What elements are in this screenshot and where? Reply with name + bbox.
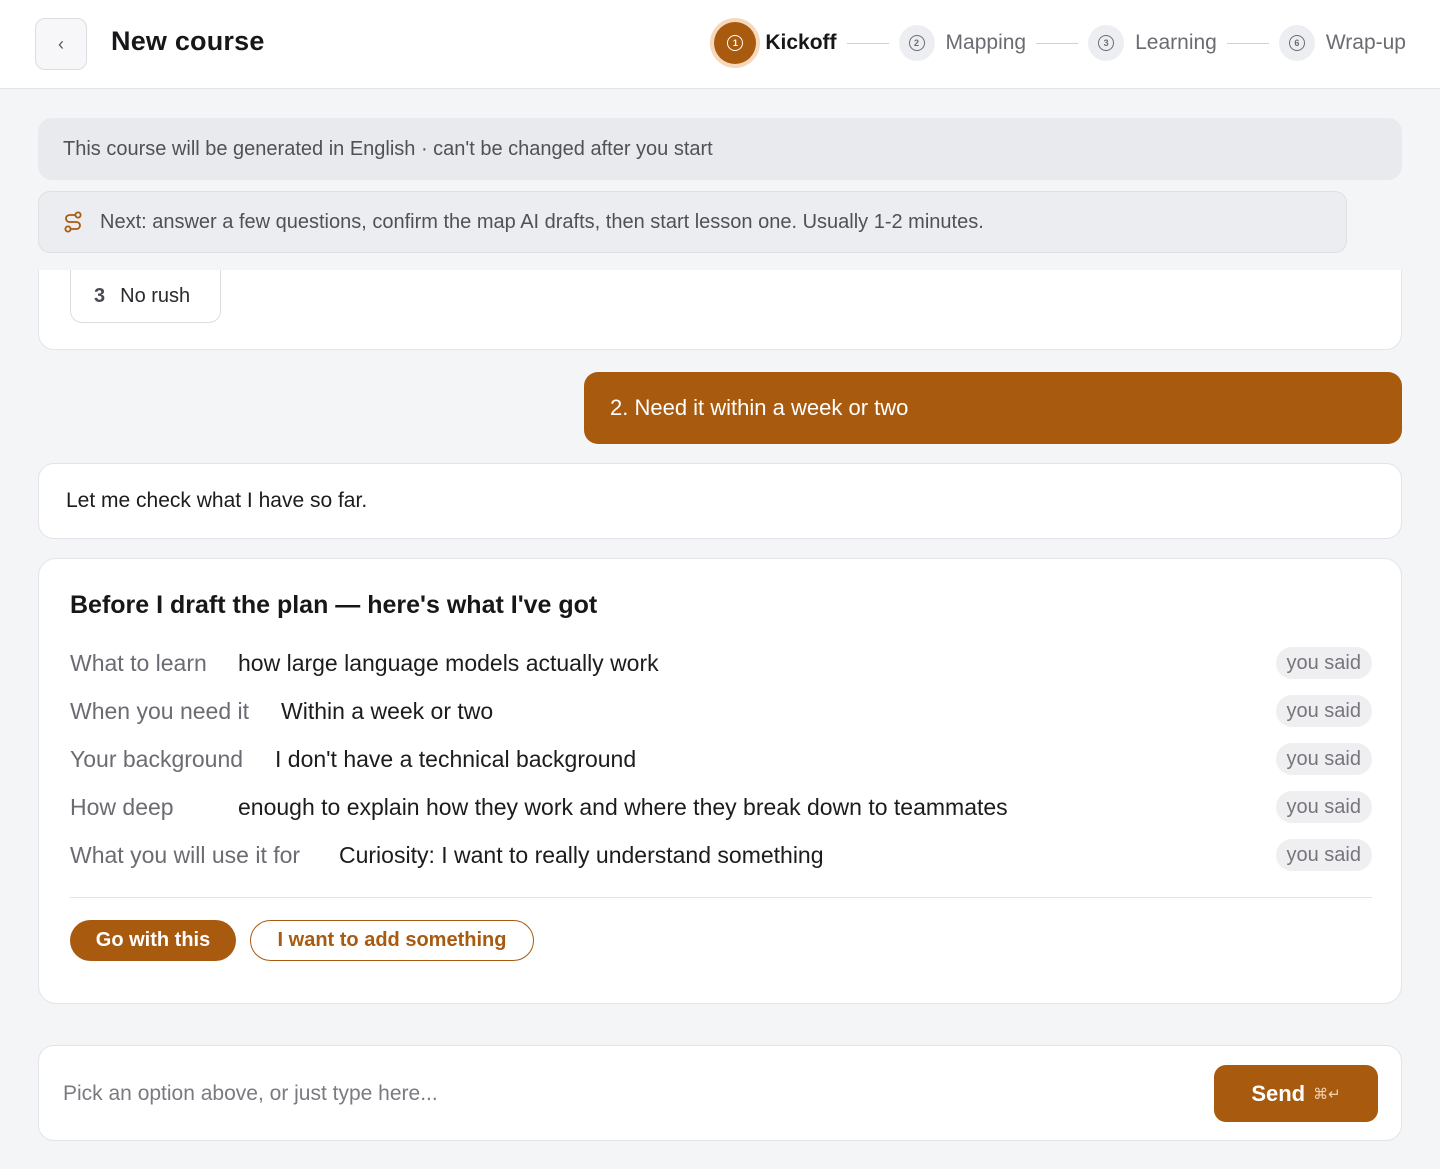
step-connector	[846, 42, 889, 44]
back-button[interactable]: ‹	[35, 18, 87, 70]
next-steps-text: Next: answer a few questions, confirm th…	[100, 210, 984, 233]
summary-row-label: How deep	[70, 793, 174, 820]
option-label: No rush	[120, 284, 191, 307]
step-number-icon: 2	[908, 35, 925, 51]
you-said-badge: you said	[1275, 647, 1372, 679]
summary-row-when: When you need it Within a week or two yo…	[70, 693, 1372, 729]
option-number: 3	[94, 284, 106, 307]
progress-stepper: 1 Kickoff 2 Mapping 3 Learning 6 Wrap-up	[714, 21, 1406, 65]
step-kickoff-indicator: 1	[714, 22, 757, 64]
summary-row-label: What to learn	[70, 649, 207, 676]
language-notice: This course will be generated in English…	[38, 118, 1402, 180]
summary-row-value: Curiosity: I want to really understand s…	[339, 841, 824, 868]
user-message-bubble: 2. Need it within a week or two	[584, 372, 1402, 444]
send-button[interactable]: Send ⌘↵	[1214, 1065, 1378, 1122]
step-wrap-up-label: Wrap-up	[1325, 31, 1406, 54]
route-icon	[64, 211, 82, 233]
step-mapping[interactable]: 2 Mapping	[898, 25, 1027, 61]
step-number-icon: 3	[1098, 35, 1115, 51]
step-learning-label: Learning	[1135, 31, 1217, 54]
send-button-label: Send	[1251, 1080, 1306, 1106]
summary-divider	[70, 897, 1372, 898]
step-learning[interactable]: 3 Learning	[1088, 25, 1217, 61]
step-wrap-up-indicator: 6	[1278, 25, 1315, 61]
summary-row-value: I don't have a technical background	[275, 745, 637, 772]
assistant-message: Let me check what I have so far.	[38, 463, 1402, 539]
step-kickoff-label: Kickoff	[765, 31, 837, 54]
step-mapping-indicator: 2	[898, 25, 935, 61]
assistant-message-text: Let me check what I have so far.	[66, 489, 368, 512]
summary-title: Before I draft the plan — here's what I'…	[70, 591, 598, 619]
previous-options-card: 3 No rush	[38, 270, 1402, 350]
step-kickoff[interactable]: 1 Kickoff	[714, 22, 837, 64]
next-steps-notice: Next: answer a few questions, confirm th…	[38, 191, 1347, 253]
summary-row-value: how large language models actually work	[238, 649, 659, 676]
summary-row-value: enough to explain how they work and wher…	[238, 793, 1008, 820]
you-said-badge: you said	[1275, 791, 1372, 823]
summary-row-label: What you will use it for	[70, 841, 301, 868]
add-something-button[interactable]: I want to add something	[250, 920, 534, 961]
you-said-badge: you said	[1275, 743, 1372, 775]
option-no-rush[interactable]: 3 No rush	[70, 270, 221, 323]
you-said-badge: you said	[1275, 695, 1372, 727]
summary-row-background: Your background I don't have a technical…	[70, 741, 1372, 777]
summary-row-use-for: What you will use it for Curiosity: I wa…	[70, 837, 1372, 873]
chevron-left-icon: ‹	[58, 33, 64, 54]
step-number-icon: 1	[727, 35, 744, 51]
go-with-this-button[interactable]: Go with this	[70, 920, 236, 961]
page-title: New course	[111, 26, 265, 56]
step-wrap-up[interactable]: 6 Wrap-up	[1278, 25, 1406, 61]
step-connector	[1226, 42, 1269, 44]
step-number-icon: 6	[1288, 35, 1305, 51]
keyboard-shortcut-icon: ⌘↵	[1313, 1084, 1341, 1103]
user-message-text: 2. Need it within a week or two	[610, 395, 909, 420]
language-notice-text: This course will be generated in English…	[63, 137, 713, 160]
summary-row-label: Your background	[70, 745, 244, 772]
summary-row-what-to-learn: What to learn how large language models …	[70, 645, 1372, 681]
message-input[interactable]	[63, 1074, 1163, 1114]
step-learning-indicator: 3	[1088, 25, 1125, 61]
summary-row-label: When you need it	[70, 697, 250, 724]
step-mapping-label: Mapping	[945, 31, 1027, 54]
summary-row-value: Within a week or two	[281, 697, 494, 724]
top-header: ‹ New course 1 Kickoff 2 Mapping 3 Learn…	[0, 0, 1440, 89]
message-composer: Send ⌘↵	[38, 1045, 1402, 1141]
summary-row-how-deep: How deep enough to explain how they work…	[70, 789, 1372, 825]
step-connector	[1036, 42, 1079, 44]
plan-summary-card: Before I draft the plan — here's what I'…	[38, 558, 1402, 1004]
you-said-badge: you said	[1275, 839, 1372, 871]
